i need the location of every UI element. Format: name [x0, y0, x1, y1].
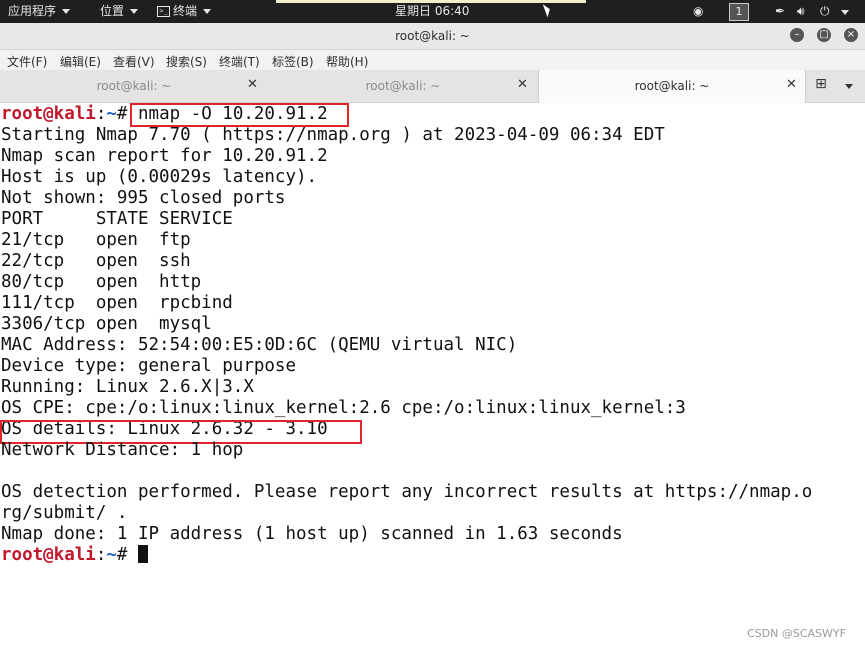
tab-3-active[interactable]: root@kali: ~ ✕ — [538, 70, 806, 103]
tab-bar: root@kali: ~ ✕ root@kali: ~ ✕ root@kali:… — [0, 70, 865, 103]
top-panel: 应用程序 位置 >_ 终端 星期日 06:40 ◉ 1 ✒ 🔊︎ ⏻ — [0, 0, 865, 23]
window-title: root@kali: ~ — [395, 29, 470, 43]
chevron-down-icon[interactable] — [845, 84, 853, 89]
prompt-separator: : — [95, 545, 107, 565]
workspace-indicator[interactable]: 1 — [729, 3, 749, 21]
camera-icon[interactable]: ◉ — [693, 0, 703, 23]
close-icon[interactable]: ✕ — [786, 77, 797, 92]
prompt-user: root@kali — [1, 545, 96, 565]
chevron-down-icon[interactable] — [838, 0, 849, 23]
clock[interactable]: 星期日 06:40 — [395, 0, 469, 23]
power-icon[interactable]: ⏻ — [820, 0, 830, 23]
close-button[interactable]: × — [844, 28, 858, 42]
tab-2[interactable]: root@kali: ~ ✕ — [269, 70, 537, 102]
text-cursor — [138, 545, 149, 563]
menu-help[interactable]: 帮助(H) — [326, 53, 368, 70]
applications-label: 应用程序 — [8, 4, 57, 18]
output-line: Host is up (0.00029s latency). — [1, 167, 318, 187]
maximize-button[interactable]: □ — [817, 28, 831, 42]
places-label: 位置 — [100, 4, 125, 18]
prompt-user: root@kali — [1, 104, 96, 124]
terminal-icon: >_ — [157, 6, 170, 17]
output-line: Device type: general purpose — [1, 356, 297, 376]
output-line: 22/tcp open ssh — [1, 251, 191, 271]
chevron-down-icon — [203, 9, 212, 14]
watermark: CSDN @SCASWYF — [747, 627, 846, 640]
new-tab-icon[interactable]: ⊞ — [813, 76, 829, 92]
close-icon[interactable]: ✕ — [517, 77, 528, 92]
tab-1[interactable]: root@kali: ~ ✕ — [0, 70, 268, 102]
output-line: Starting Nmap 7.70 ( https://nmap.org ) … — [1, 125, 665, 145]
output-line: PORT STATE SERVICE — [1, 209, 233, 229]
terminal-app-label: 终端 — [173, 4, 198, 18]
menu-file[interactable]: 文件(F) — [7, 53, 47, 70]
menu-search[interactable]: 搜索(S) — [166, 53, 207, 70]
output-line: Network Distance: 1 hop — [1, 440, 244, 460]
prompt-symbol: # — [116, 545, 128, 565]
output-line: Nmap scan report for 10.20.91.2 — [1, 146, 328, 166]
output-line: 80/tcp open http — [1, 272, 202, 292]
output-line: Running: Linux 2.6.X|3.X — [1, 377, 254, 397]
output-line: OS CPE: cpe:/o:linux:linux_kernel:2.6 cp… — [1, 398, 686, 418]
pen-icon[interactable]: ✒ — [775, 0, 785, 23]
prompt-path: ~ — [106, 545, 117, 565]
prompt-separator: : — [95, 104, 107, 124]
prompt-symbol: # — [116, 104, 128, 124]
chevron-down-icon — [130, 9, 139, 14]
tab-label: root@kali: ~ — [96, 79, 172, 93]
output-line: 3306/tcp open mysql — [1, 314, 212, 334]
output-line: 21/tcp open ftp — [1, 230, 191, 250]
applications-menu[interactable]: 应用程序 — [8, 0, 71, 23]
output-line: Nmap done: 1 IP address (1 host up) scan… — [1, 524, 623, 544]
terminal-output[interactable]: root@kali:~# nmap -O 10.20.91.2 Starting… — [0, 103, 865, 649]
output-line: OS detection performed. Please report an… — [1, 482, 813, 502]
tab-label: root@kali: ~ — [365, 79, 441, 93]
menu-bar: 文件(F) 编辑(E) 查看(V) 搜索(S) 终端(T) 标签(B) 帮助(H… — [0, 50, 865, 70]
command-highlight-box — [130, 103, 349, 127]
menu-view[interactable]: 查看(V) — [113, 53, 155, 70]
output-line: 111/tcp open rpcbind — [1, 293, 233, 313]
close-icon[interactable]: ✕ — [247, 77, 258, 92]
terminal-window: root@kali: ~ – □ × 文件(F) 编辑(E) 查看(V) 搜索(… — [0, 23, 865, 649]
volume-icon[interactable]: 🔊︎ — [797, 0, 805, 23]
prompt-path: ~ — [106, 104, 117, 124]
output-line: rg/submit/ . — [1, 503, 128, 523]
menu-tabs[interactable]: 标签(B) — [272, 53, 314, 70]
mouse-pointer-icon — [542, 2, 553, 18]
prompt-line: root@kali:~# — [1, 545, 149, 566]
minimize-button[interactable]: – — [790, 28, 804, 42]
places-menu[interactable]: 位置 — [100, 0, 139, 23]
chevron-down-icon — [62, 9, 71, 14]
output-line: MAC Address: 52:54:00:E5:0D:6C (QEMU vir… — [1, 335, 518, 355]
output-line: Not shown: 995 closed ports — [1, 188, 286, 208]
tab-label: root@kali: ~ — [634, 79, 710, 93]
window-titlebar[interactable]: root@kali: ~ – □ × — [0, 23, 865, 50]
menu-terminal[interactable]: 终端(T) — [219, 53, 260, 70]
terminal-app-menu[interactable]: >_ 终端 — [157, 0, 212, 23]
menu-edit[interactable]: 编辑(E) — [60, 53, 101, 70]
